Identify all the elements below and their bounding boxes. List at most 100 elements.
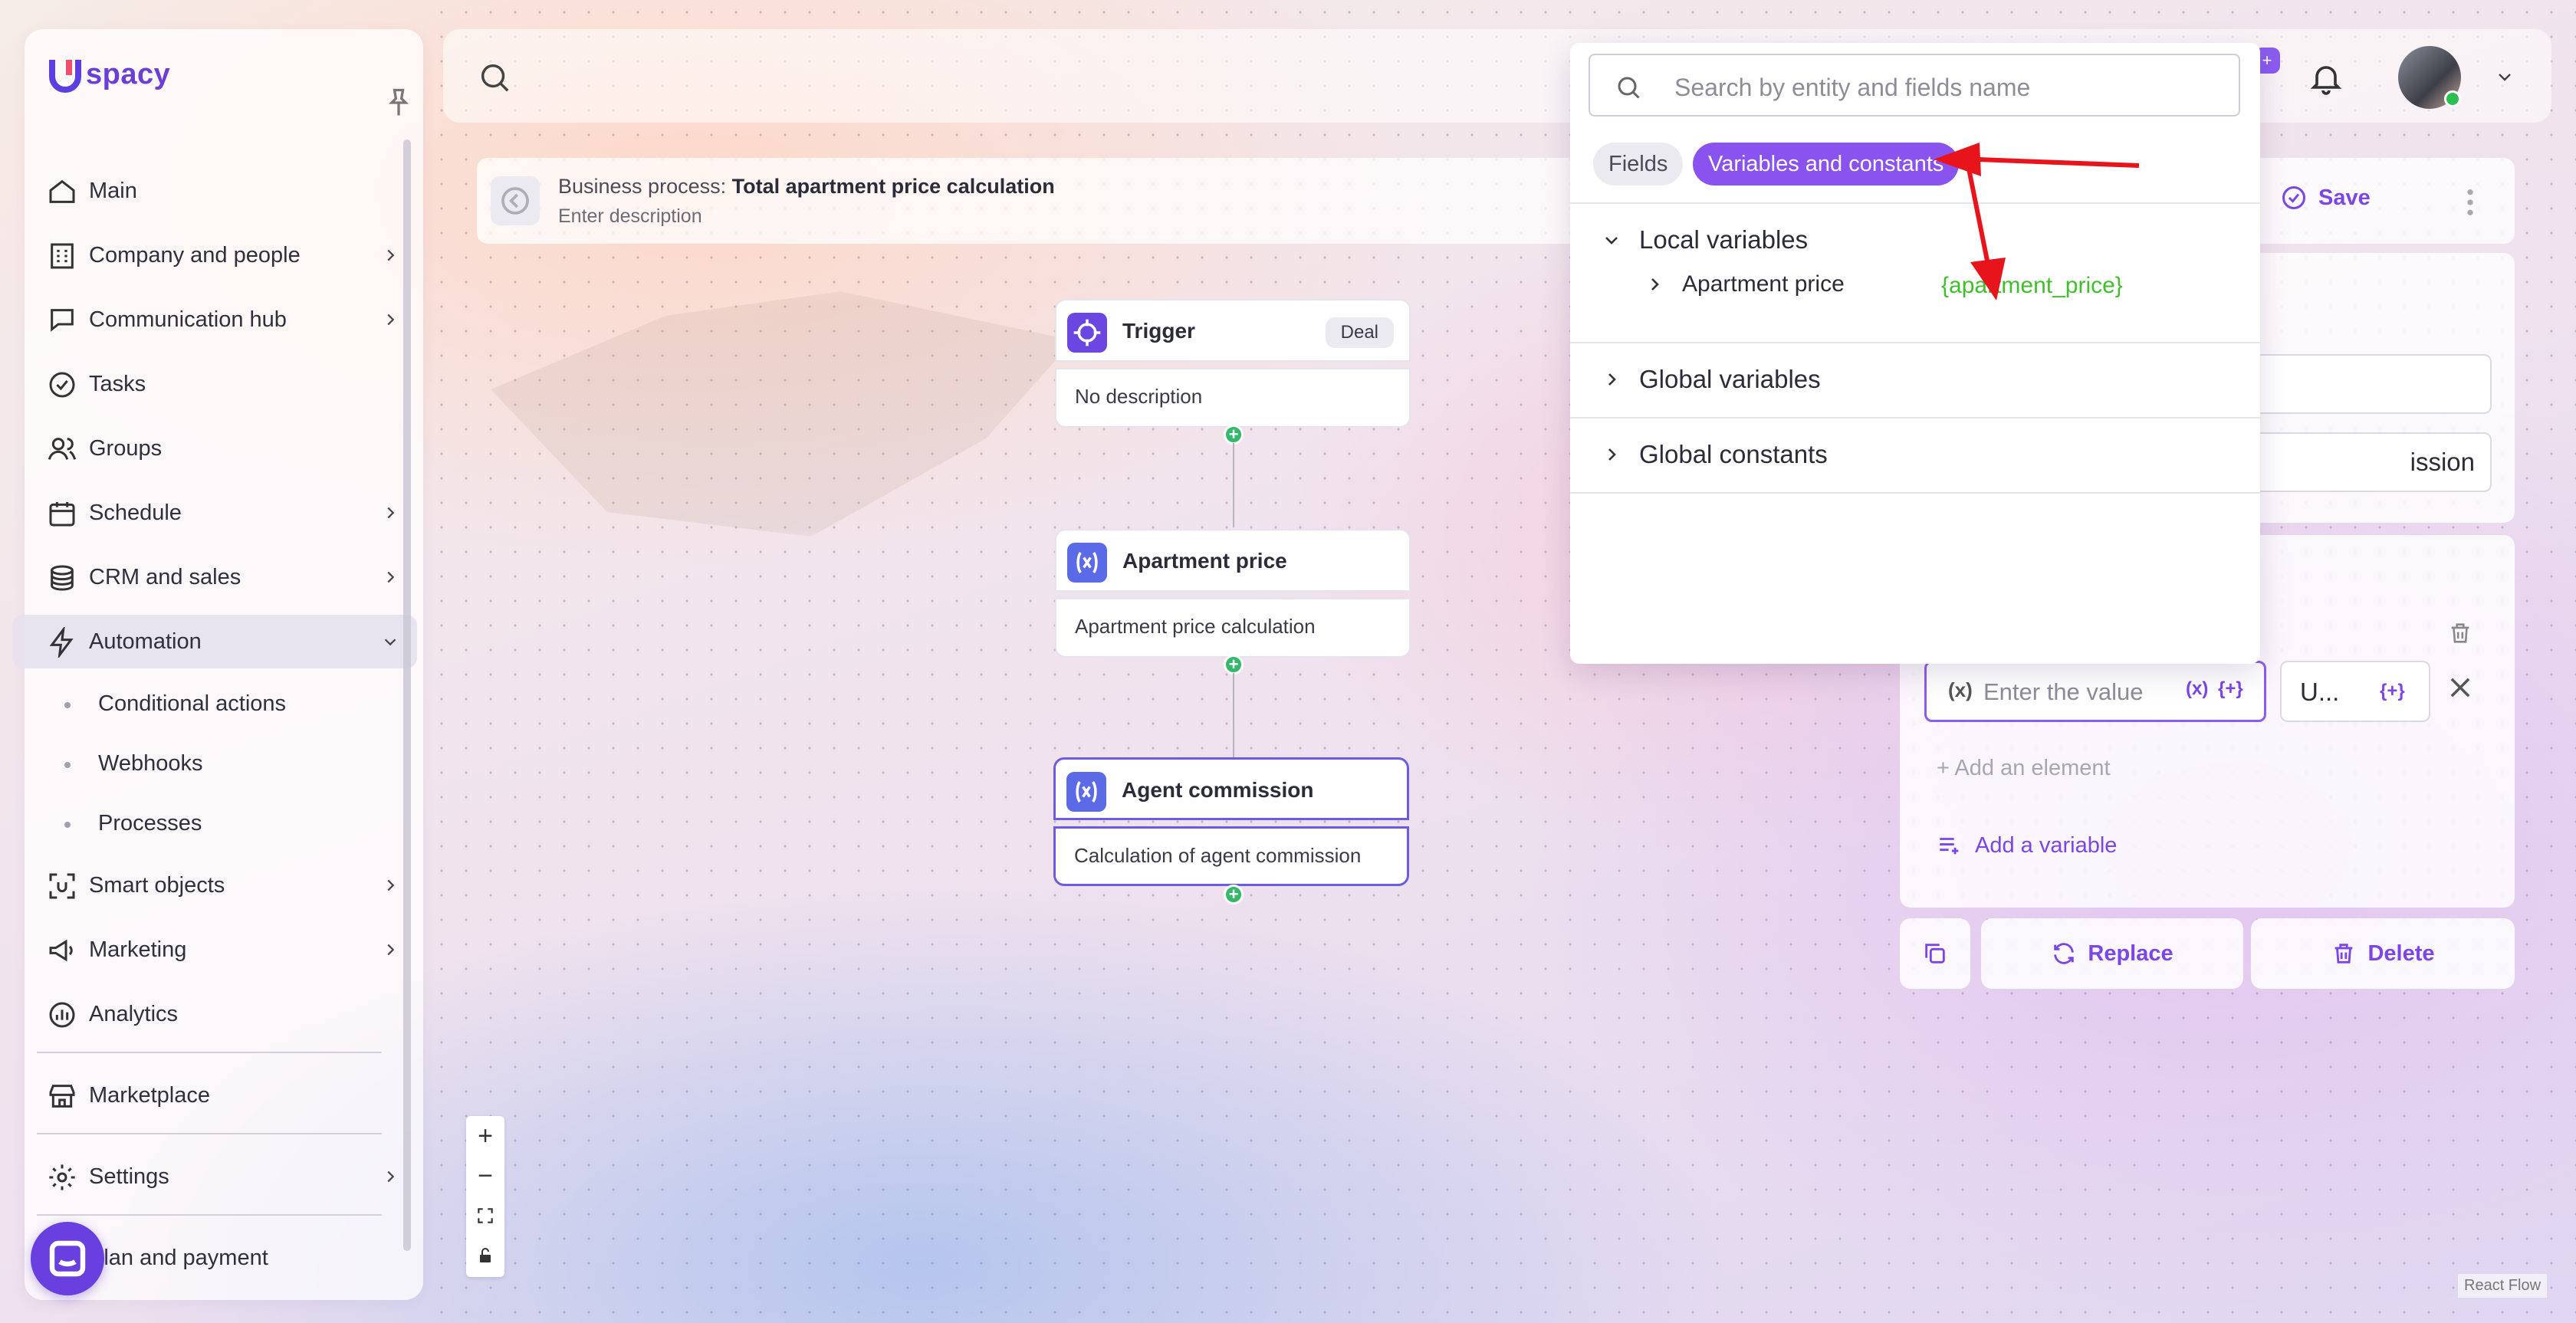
close-icon[interactable]: [2446, 673, 2475, 702]
page-description[interactable]: Enter description: [558, 205, 702, 228]
node-description[interactable]: Apartment price calculation: [1055, 598, 1411, 658]
chevron-right-icon: [387, 1170, 395, 1183]
logo[interactable]: spacy: [48, 55, 170, 94]
sidebar-item-smart-objects[interactable]: Smart objects: [12, 858, 417, 912]
chevron-right-icon: [1608, 448, 1616, 461]
fit-view-icon: [478, 1208, 493, 1223]
agent-commission-node[interactable]: Agent commission Calculation of agent co…: [1053, 757, 1409, 886]
node-title: Trigger: [1122, 319, 1195, 343]
page-title-name[interactable]: Total apartment price calculation: [732, 175, 1055, 198]
insert-constant-button[interactable]: {+}: [2380, 681, 2405, 702]
node-description[interactable]: Calculation of agent commission: [1053, 826, 1409, 886]
insert-constant-button[interactable]: {+}: [2218, 678, 2243, 700]
node-header[interactable]: Trigger Deal: [1055, 299, 1411, 362]
react-flow-attribution[interactable]: React Flow: [2458, 1274, 2548, 1298]
chevron-right-icon: [387, 249, 395, 261]
sidebar-item-label: Communication hub: [89, 307, 287, 332]
coins-icon: [51, 565, 74, 591]
trigger-node[interactable]: Trigger Deal No description: [1055, 299, 1411, 428]
sidebar-subitem-label: Conditional actions: [98, 691, 287, 716]
variable-unit-input[interactable]: U... {+}: [2280, 661, 2430, 722]
node-header[interactable]: Agent commission: [1053, 757, 1409, 820]
tab-fields[interactable]: Fields: [1593, 143, 1684, 185]
add-node-connector[interactable]: [1224, 885, 1244, 904]
sidebar-item-communication[interactable]: Communication hub: [12, 293, 417, 346]
page-title: Business process: Total apartment price …: [558, 175, 1055, 199]
insert-variable-button[interactable]: (x): [2186, 678, 2208, 700]
group-global-constants[interactable]: Global constants: [1602, 440, 1828, 469]
sidebar-item-label: Analytics: [89, 1001, 179, 1026]
replace-label: Replace: [2088, 941, 2174, 966]
apartment-price-node[interactable]: Apartment price Apartment price calculat…: [1055, 529, 1411, 658]
variable-value-input[interactable]: (x) Enter the value (x) {+}: [1924, 661, 2266, 722]
entity-search-input[interactable]: Search by entity and fields name: [1589, 54, 2240, 117]
more-options-icon[interactable]: [2466, 187, 2475, 218]
search-icon: [1618, 77, 1640, 99]
sidebar-item-main[interactable]: Main: [12, 164, 417, 218]
sidebar-subitem-label: Webhooks: [98, 750, 203, 776]
sidebar-item-label: Tasks: [89, 371, 146, 396]
sidebar-item-groups[interactable]: Groups: [12, 422, 417, 475]
group-global-variables[interactable]: Global variables: [1602, 365, 1821, 394]
divider: [1570, 342, 2260, 343]
variable-item-apartment-price[interactable]: Apartment price: [1645, 271, 1845, 297]
lock-button[interactable]: [466, 1236, 504, 1275]
search-icon[interactable]: [477, 60, 512, 95]
trash-icon[interactable]: [2447, 619, 2473, 647]
annotation-arrows: [1934, 143, 2140, 300]
chat-bubble-icon: [49, 1240, 86, 1277]
group-local-variables[interactable]: Local variables: [1602, 225, 1808, 254]
list-add-icon: [1940, 838, 1959, 855]
group-label: Local variables: [1639, 225, 1809, 254]
back-button[interactable]: [491, 176, 540, 225]
support-chat-button[interactable]: [31, 1222, 104, 1295]
sidebar-item-label: Plan and payment: [89, 1245, 268, 1270]
flow-edge: [1233, 673, 1234, 757]
node-entity-tag: Deal: [1325, 317, 1394, 348]
node-header[interactable]: Apartment price: [1055, 529, 1411, 592]
zoom-in-button[interactable]: +: [466, 1116, 504, 1156]
variable-label: Apartment price: [1682, 271, 1845, 297]
building-icon: [51, 243, 74, 269]
logo-text: spacy: [86, 57, 171, 90]
replace-button[interactable]: Replace: [1981, 918, 2243, 989]
chevron-right-icon: [387, 507, 395, 519]
divider: [1570, 492, 2260, 494]
home-icon: [49, 179, 75, 203]
sidebar-nav: Main Company and people Communication hu…: [12, 164, 417, 1295]
trash-icon: [2335, 944, 2353, 964]
copy-button[interactable]: [1900, 918, 1970, 989]
node-description[interactable]: No description: [1055, 368, 1411, 428]
add-node-connector[interactable]: [1224, 425, 1244, 445]
chevron-down-icon: [1605, 237, 1618, 245]
delete-button[interactable]: Delete: [2251, 918, 2515, 989]
add-variable-button[interactable]: Add a variable: [1937, 832, 2117, 858]
sidebar-item-settings[interactable]: Settings: [12, 1150, 417, 1203]
sidebar-scrollbar[interactable]: [403, 140, 411, 1251]
sidebar-subitem-conditional-actions[interactable]: Conditional actions: [12, 679, 417, 728]
sidebar-item-label: Settings: [89, 1164, 169, 1189]
group-label: Global constants: [1639, 440, 1828, 468]
save-button[interactable]: Save: [2280, 184, 2371, 212]
fit-view-button[interactable]: [466, 1196, 504, 1236]
sidebar-item-schedule[interactable]: Schedule: [12, 486, 417, 540]
sidebar-subitem-processes[interactable]: Processes: [12, 799, 417, 848]
add-node-connector[interactable]: [1224, 655, 1244, 675]
sidebar-item-label: CRM and sales: [89, 564, 242, 589]
sidebar-subitem-webhooks[interactable]: Webhooks: [12, 739, 417, 788]
bolt-icon: [49, 627, 74, 658]
zoom-out-button[interactable]: −: [466, 1156, 504, 1196]
sidebar-item-automation[interactable]: Automation: [12, 615, 417, 668]
sidebar-item-company[interactable]: Company and people: [12, 228, 417, 282]
sidebar-item-marketing[interactable]: Marketing: [12, 923, 417, 977]
sidebar-item-crm[interactable]: CRM and sales: [12, 550, 417, 604]
people-icon: [48, 438, 77, 460]
bell-icon[interactable]: [2308, 58, 2344, 98]
chevron-down-icon[interactable]: [2493, 67, 2516, 86]
sidebar-item-tasks[interactable]: Tasks: [12, 357, 417, 411]
add-element-button[interactable]: + Add an element: [1937, 756, 2111, 781]
save-label: Save: [2318, 185, 2371, 210]
sidebar-item-analytics[interactable]: Analytics: [12, 987, 417, 1041]
pin-icon[interactable]: [382, 86, 416, 120]
sidebar-item-marketplace[interactable]: Marketplace: [12, 1069, 417, 1122]
